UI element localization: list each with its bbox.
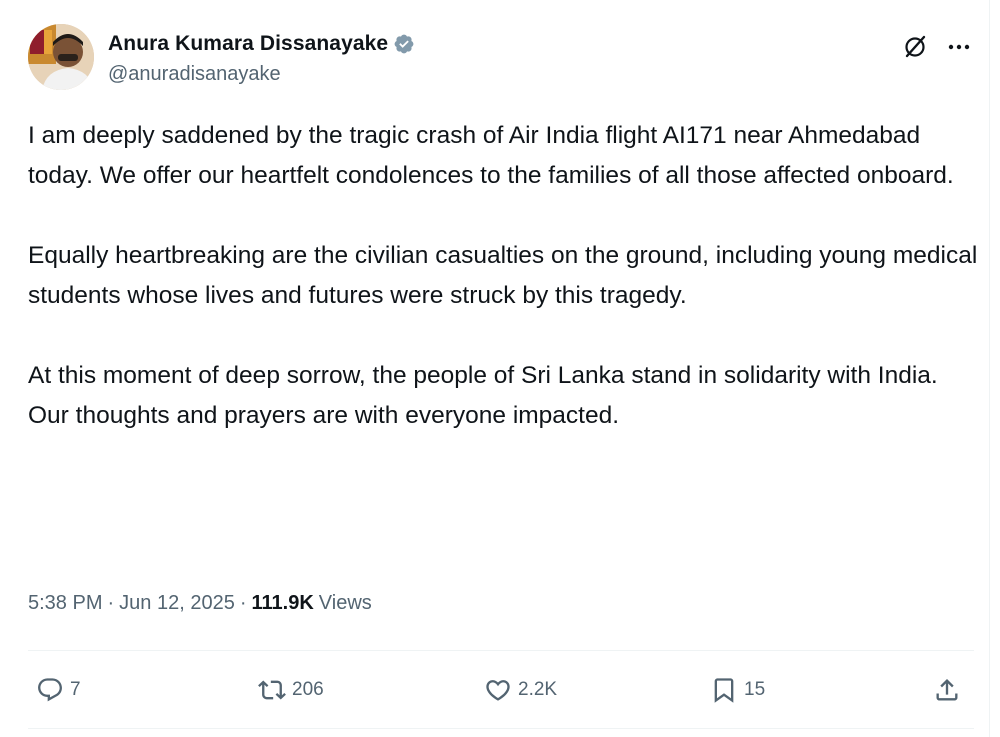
views-label[interactable]: Views	[319, 592, 372, 615]
tweet-time[interactable]: 5:38 PM	[28, 592, 102, 615]
tweet-paragraph-2: Equally heartbreaking are the civilian c…	[28, 242, 978, 309]
author-avatar[interactable]	[28, 24, 94, 90]
divider	[28, 650, 974, 651]
tweet-paragraph-3: At this moment of deep sorrow, the peopl…	[28, 362, 938, 429]
header-actions	[900, 32, 974, 62]
bookmark-button[interactable]: 15	[710, 668, 765, 712]
bookmark-icon	[710, 676, 738, 704]
tweet-date[interactable]: Jun 12, 2025	[119, 592, 235, 615]
meta-separator: ·	[239, 591, 247, 614]
divider	[28, 728, 974, 729]
tweet-paragraph-1: I am deeply saddened by the tragic crash…	[28, 122, 954, 189]
bookmark-count: 15	[744, 679, 766, 700]
name-row: Anura Kumara Dissanayake	[108, 31, 415, 57]
tweet-header: Anura Kumara Dissanayake @anuradisanayak…	[28, 24, 978, 94]
share-button[interactable]	[933, 668, 961, 712]
more-horizontal-icon[interactable]	[944, 32, 974, 62]
reply-count: 7	[70, 679, 81, 700]
tweet-meta: 5:38 PM · Jun 12, 2025 · 111.9K Views	[28, 588, 372, 618]
repost-icon	[258, 676, 286, 704]
grok-slash-icon[interactable]	[900, 32, 930, 62]
reply-button[interactable]: 7	[36, 668, 81, 712]
like-count: 2.2K	[518, 679, 558, 700]
author-names: Anura Kumara Dissanayake @anuradisanayak…	[108, 31, 415, 86]
reply-icon	[36, 676, 64, 704]
repost-count: 206	[292, 679, 324, 700]
tweet-text: I am deeply saddened by the tragic crash…	[28, 116, 978, 436]
author-handle[interactable]: @anuradisanayake	[108, 63, 415, 86]
tweet-card: Anura Kumara Dissanayake @anuradisanayak…	[0, 0, 990, 737]
heart-icon	[484, 676, 512, 704]
repost-button[interactable]: 206	[258, 668, 324, 712]
avatar-image	[28, 24, 94, 90]
views-count[interactable]: 111.9K	[251, 592, 313, 615]
like-button[interactable]: 2.2K	[484, 668, 557, 712]
share-icon	[933, 676, 961, 704]
author-display-name[interactable]: Anura Kumara Dissanayake	[108, 32, 388, 56]
tweet-actions: 7 206 2.2K 15	[28, 668, 974, 712]
meta-separator: ·	[107, 591, 115, 614]
verified-badge-icon[interactable]	[393, 33, 415, 55]
